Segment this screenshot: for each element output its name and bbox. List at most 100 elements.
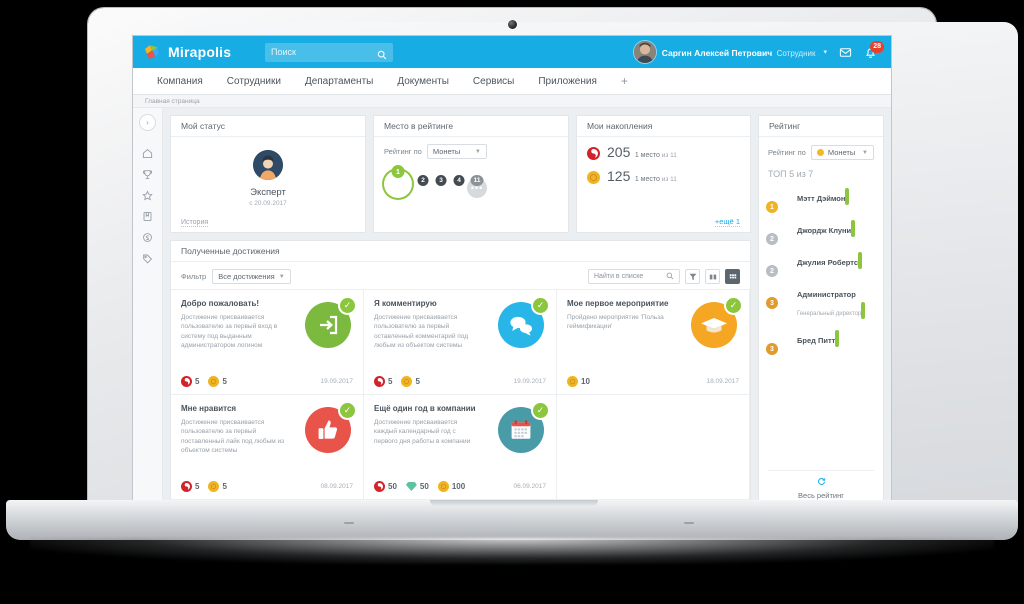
rating-entry-name: Джордж Клуни [797, 226, 852, 235]
rating-list-item[interactable]: 1 Мэтт Дэймон 125 [766, 187, 874, 213]
rank-badge: 3 [766, 297, 778, 309]
savings-place: 1 место из 11 [635, 176, 677, 183]
nav-item-departments[interactable]: Департаменты [293, 76, 385, 87]
reward-value: 5 [222, 377, 227, 386]
achievement-rewards: 5 5 19.09.2017 [374, 376, 546, 387]
webcam-icon [508, 20, 517, 29]
savings-text: 205 1 место из 11 [607, 144, 677, 162]
rail-expand-button[interactable]: › [139, 114, 156, 131]
status-content: Эксперт с 20.09.2017 [181, 144, 355, 207]
rating-card: Рейтинг Рейтинг по Монеты ▼ ТОП 5 из 7 1… [758, 115, 884, 509]
nav-item-applications[interactable]: Приложения [526, 76, 609, 87]
rank-avatar-4[interactable]: 4 [449, 175, 469, 198]
rank-avatar-more[interactable]: ••• 11 [467, 175, 487, 198]
rating-list-item[interactable]: 3 Администратор Генеральный директор 0 [766, 283, 874, 320]
avatar: 3 [766, 329, 791, 355]
card-title: Полученные достижения [171, 241, 750, 262]
laptop-mockup: Mirapolis Поиск Саргин Алексей Петрович … [0, 0, 1024, 604]
nav-add-button[interactable]: + [609, 74, 640, 88]
search-input[interactable] [271, 47, 387, 57]
home-icon[interactable] [136, 143, 160, 164]
nav-item-documents[interactable]: Документы [385, 76, 461, 87]
rating-filter-select[interactable]: Монеты ▼ [810, 145, 874, 160]
reward-value: 50 [419, 482, 429, 491]
my-status-card: Мой статус Эксперт с 20.09.2017 История [170, 115, 366, 233]
red-coin-icon [374, 376, 385, 387]
rating-top-label: ТОП 5 из 7 [768, 169, 874, 179]
chevron-down-icon: ▼ [278, 273, 285, 280]
user-name: Саргин Алексей Петрович [661, 47, 773, 58]
rank-filter-select[interactable]: Монеты ▼ [426, 144, 487, 159]
topbar-right: Саргин Алексей Петрович Сотрудник ▾ 28 [633, 40, 884, 63]
status-history-link[interactable]: История [181, 219, 209, 227]
brand-name: Mirapolis [168, 44, 232, 60]
savings-value: 125 [607, 168, 631, 184]
rating-filter-value: Монеты [827, 148, 856, 157]
card-body: Эксперт с 20.09.2017 История [171, 137, 365, 232]
savings-place-value: 1 место [634, 176, 660, 183]
rank-avatar-2[interactable]: 2 [413, 175, 433, 198]
achievement-card[interactable]: Добро пожаловать! Достижение присваивает… [171, 290, 364, 395]
star-icon[interactable] [136, 185, 160, 206]
base-foot-right [684, 522, 694, 524]
achievement-title: Я комментирую [374, 299, 437, 308]
tag-icon[interactable] [136, 248, 160, 269]
mirapolis-app: Mirapolis Поиск Саргин Алексей Петрович … [133, 36, 891, 516]
rank-avatar-1[interactable]: 1 [384, 165, 412, 198]
chevron-down-icon: ▼ [862, 149, 868, 156]
refresh-icon[interactable] [817, 477, 826, 488]
savings-value: 205 [607, 144, 631, 160]
rank-avatar-3[interactable]: 3 [431, 175, 451, 198]
grid-view-icon[interactable] [725, 269, 740, 284]
achievement-card[interactable]: Я комментирую Достижение присваивается п… [364, 290, 557, 395]
achievements-search[interactable]: Найти в списке [588, 269, 680, 284]
notifications-button[interactable]: 28 [864, 40, 884, 59]
reward-red-coin: 5 [181, 481, 199, 492]
all-rating-link[interactable]: Весь рейтинг [798, 491, 844, 500]
achievement-card[interactable]: Мое первое мероприятие Пройдено мероприя… [557, 290, 750, 395]
top-count: ТОП 5 [768, 169, 795, 179]
trophy-icon[interactable] [136, 164, 160, 185]
avatar: 1 [766, 187, 791, 213]
messages-button[interactable] [839, 46, 852, 59]
achievements-filter-select[interactable]: Все достижения ▼ [212, 269, 291, 284]
book-icon[interactable] [136, 206, 160, 227]
rank-badge: 2 [417, 175, 429, 186]
reward-gold-coin: 10 [567, 376, 590, 387]
list-view-icon[interactable] [705, 269, 720, 284]
rating-list-item[interactable]: 3 Бред Питт 0 [766, 329, 874, 355]
achievement-card[interactable]: Мне нравится Достижение присваивается по… [171, 395, 364, 500]
reward-value: 100 [451, 482, 466, 491]
rating-list-item[interactable]: 2 Джордж Клуни 1 [766, 219, 874, 245]
savings-row: 125 1 место из 11 [587, 168, 740, 186]
coin-icon[interactable] [136, 227, 160, 248]
reward-gold-coin: 100 [437, 481, 466, 492]
global-search[interactable] [265, 42, 393, 62]
funnel-icon[interactable] [685, 269, 700, 284]
reward-red-coin: 50 [374, 481, 397, 492]
brand[interactable]: Mirapolis [143, 43, 265, 62]
rank-card: Место в рейтинге Рейтинг по Монеты ▼ 1 2… [373, 115, 569, 233]
dashboard-content: Мой статус Эксперт с 20.09.2017 История … [163, 108, 891, 516]
achievement-empty-slot [557, 395, 750, 500]
nav-item-company[interactable]: Компания [145, 76, 215, 87]
breadcrumb: Главная страница [133, 95, 891, 108]
achievement-card[interactable]: Ещё один год в компании Достижение присв… [364, 395, 557, 500]
status-since: с 20.09.2017 [249, 200, 287, 207]
rating-list-item[interactable]: 2 Джулия Робертс 1 [766, 251, 874, 277]
nav-item-services[interactable]: Сервисы [461, 76, 526, 87]
main-column: Мой статус Эксперт с 20.09.2017 История … [170, 115, 751, 509]
nav-item-employees[interactable]: Сотрудники [215, 76, 293, 87]
achievement-date: 18.09.2017 [706, 378, 739, 385]
rating-filter-label: Рейтинг по [768, 148, 806, 157]
card-title: Мои накопления [577, 116, 750, 137]
savings-more-link[interactable]: +ещё 1 [714, 217, 740, 227]
chevron-down-icon[interactable]: ▾ [823, 48, 827, 56]
achievement-rewards: 10 18.09.2017 [567, 376, 739, 387]
reward-value: 5 [195, 377, 200, 386]
completed-check-icon: ✓ [533, 298, 548, 313]
user-menu[interactable]: Саргин Алексей Петрович Сотрудник ▾ [633, 41, 827, 63]
savings-place-value: 1 место [634, 152, 660, 159]
rating-entry-body: Администратор Генеральный директор 0 [797, 283, 874, 320]
main-nav: Компания Сотрудники Департаменты Докумен… [133, 68, 891, 95]
